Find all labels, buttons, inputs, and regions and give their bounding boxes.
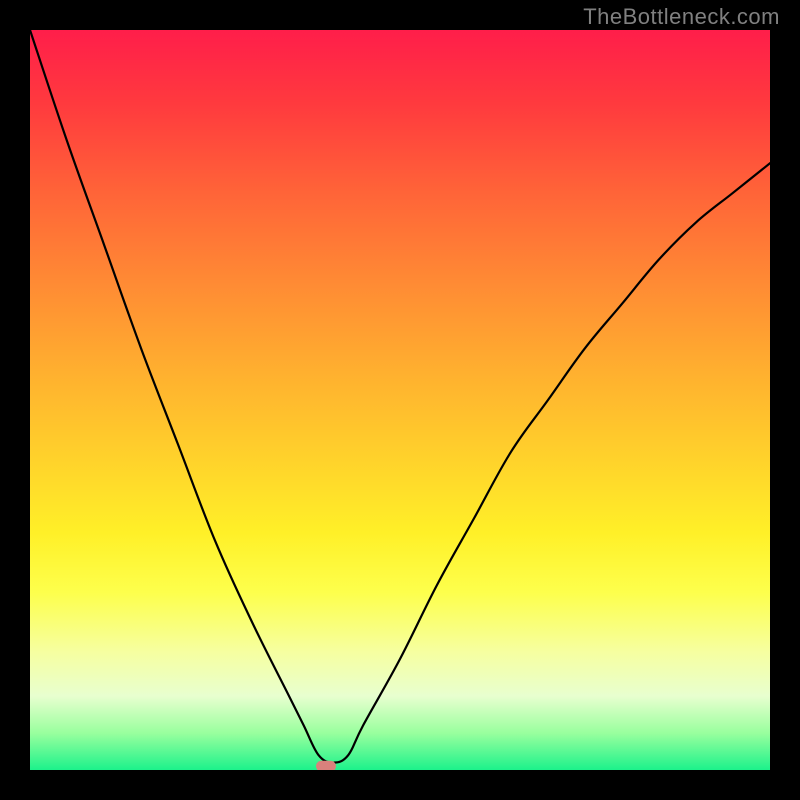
curve-svg bbox=[30, 30, 770, 770]
chart-frame: TheBottleneck.com bbox=[0, 0, 800, 800]
minimum-marker bbox=[316, 761, 336, 770]
watermark-text: TheBottleneck.com bbox=[583, 4, 780, 30]
bottleneck-curve bbox=[30, 30, 770, 763]
plot-area bbox=[30, 30, 770, 770]
